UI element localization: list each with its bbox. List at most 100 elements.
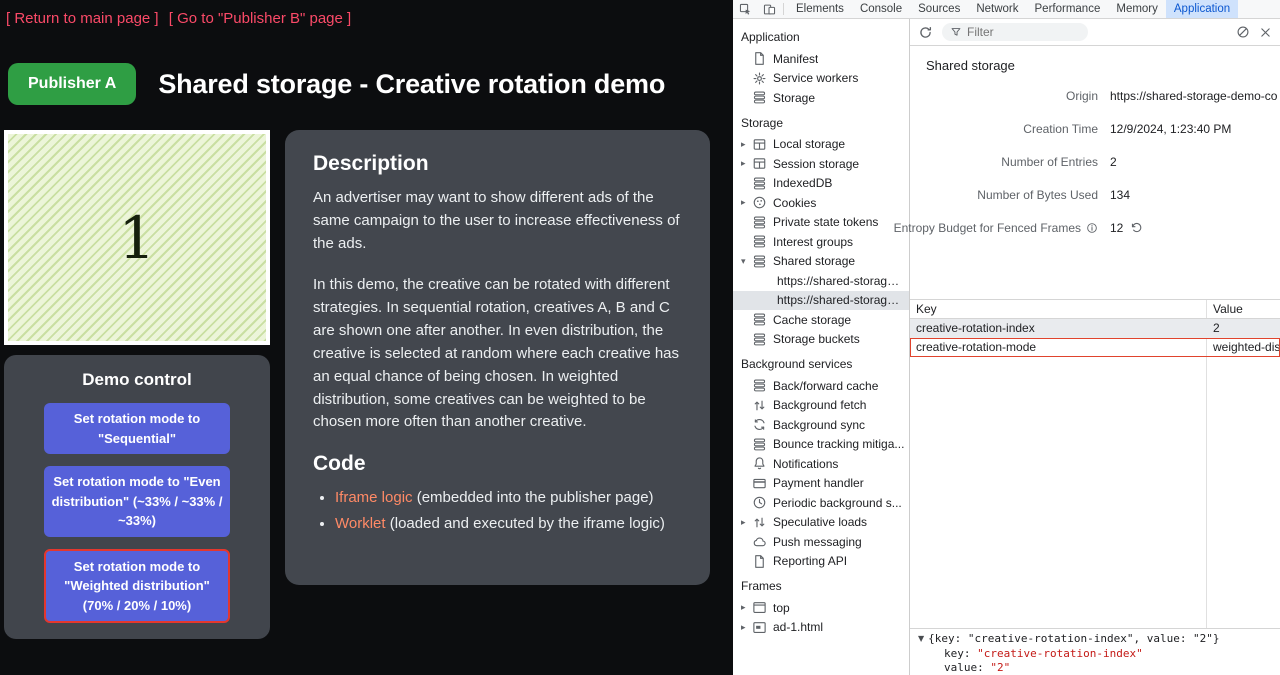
device-toolbar-icon[interactable]	[757, 0, 781, 18]
meta-row-bytes-used: Number of Bytes Used 134	[910, 185, 1280, 204]
preview-property-value: "creative-rotation-index"	[977, 647, 1143, 660]
description-heading: Description	[313, 152, 682, 176]
meta-value: 12/9/2024, 1:23:40 PM	[1110, 122, 1231, 136]
sidebar-item-label: Back/forward cache	[773, 379, 878, 393]
sidebar-item-cache-storage[interactable]: Cache storage	[733, 310, 909, 330]
application-sidebar: Application Manifest Service workers Sto…	[733, 19, 910, 675]
sidebar-item-label: Interest groups	[773, 235, 853, 249]
interest-groups-icon	[752, 234, 767, 249]
tab-console[interactable]: Console	[852, 0, 910, 18]
tab-network[interactable]: Network	[968, 0, 1026, 18]
tab-performance[interactable]: Performance	[1027, 0, 1109, 18]
sidebar-item-label: Local storage	[773, 137, 845, 151]
expand-arrow-icon[interactable]	[741, 197, 752, 208]
sidebar-item-label: Bounce tracking mitiga...	[773, 437, 904, 451]
iframe-logic-link[interactable]: Iframe logic	[335, 489, 413, 506]
table-row[interactable]: creative-rotation-index 2	[910, 319, 1280, 338]
storage-buckets-icon	[752, 332, 767, 347]
tab-memory[interactable]: Memory	[1108, 0, 1166, 18]
tab-sources[interactable]: Sources	[910, 0, 968, 18]
description-paragraph-1: An advertiser may want to show different…	[313, 187, 682, 256]
private-state-tokens-icon	[752, 215, 767, 230]
service-workers-icon	[752, 71, 767, 86]
sidebar-item-label: top	[773, 601, 790, 615]
publisher-b-link[interactable]: [ Go to "Publisher B" page ]	[169, 10, 351, 27]
column-header-key[interactable]: Key	[910, 302, 1206, 316]
sidebar-item-cookies[interactable]: Cookies	[733, 193, 909, 213]
tab-application[interactable]: Application	[1166, 0, 1238, 18]
code-list-item-text: (embedded into the publisher page)	[413, 489, 654, 506]
filter-input[interactable]	[967, 25, 1080, 39]
expand-arrow-icon[interactable]	[741, 602, 752, 613]
manifest-icon	[752, 51, 767, 66]
expand-arrow-icon[interactable]	[741, 622, 752, 633]
expand-arrow-icon[interactable]	[741, 139, 752, 150]
sidebar-item-back-forward-cache[interactable]: Back/forward cache	[733, 376, 909, 396]
background-fetch-icon	[752, 398, 767, 413]
shared-storage-icon	[752, 254, 767, 269]
sidebar-item-manifest[interactable]: Manifest	[733, 49, 909, 69]
rotation-sequential-button[interactable]: Set rotation mode to "Sequential"	[44, 403, 230, 454]
meta-value: 134	[1110, 188, 1130, 202]
meta-row-entropy-budget: Entropy Budget for Fenced Frames 12	[910, 218, 1280, 237]
expand-arrow-icon[interactable]	[741, 517, 752, 528]
sidebar-item-notifications[interactable]: Notifications	[733, 454, 909, 474]
sidebar-item-frame-ad-1[interactable]: ad-1.html	[733, 618, 909, 638]
sidebar-item-label: Shared storage	[773, 254, 855, 268]
sidebar-item-shared-storage-origin-1[interactable]: https://shared-storage-d...	[733, 271, 909, 291]
sidebar-item-label: https://shared-storage-d...	[777, 274, 905, 288]
sidebar-item-shared-storage-origin-2[interactable]: https://shared-storage-d...	[733, 291, 909, 311]
expand-triangle-icon[interactable]: ▼	[918, 634, 924, 645]
back-forward-cache-icon	[752, 378, 767, 393]
meta-label: Origin	[1066, 89, 1098, 103]
sidebar-item-local-storage[interactable]: Local storage	[733, 135, 909, 155]
rotation-weighted-distribution-button[interactable]: Set rotation mode to "Weighted distribut…	[44, 549, 230, 624]
clear-icon[interactable]	[1236, 25, 1250, 39]
sidebar-item-label: Session storage	[773, 157, 859, 171]
sidebar-item-shared-storage[interactable]: Shared storage	[733, 252, 909, 272]
sidebar-item-service-workers[interactable]: Service workers	[733, 69, 909, 89]
worklet-link[interactable]: Worklet	[335, 515, 386, 532]
sidebar-item-interest-groups[interactable]: Interest groups	[733, 232, 909, 252]
sidebar-item-storage[interactable]: Storage	[733, 88, 909, 108]
sidebar-item-frame-top[interactable]: top	[733, 598, 909, 618]
column-header-value[interactable]: Value	[1206, 302, 1280, 316]
indexeddb-icon	[752, 176, 767, 191]
sidebar-item-background-sync[interactable]: Background sync	[733, 415, 909, 435]
code-heading: Code	[313, 452, 682, 476]
meta-label: Number of Entries	[1001, 155, 1098, 169]
meta-label: Creation Time	[1023, 122, 1098, 136]
sidebar-item-bounce-tracking-mitigations[interactable]: Bounce tracking mitiga...	[733, 435, 909, 455]
sidebar-item-label: Push messaging	[773, 535, 862, 549]
return-to-main-link[interactable]: [ Return to main page ]	[6, 10, 159, 27]
sidebar-item-private-state-tokens[interactable]: Private state tokens	[733, 213, 909, 233]
sidebar-item-storage-buckets[interactable]: Storage buckets	[733, 330, 909, 350]
table-header-row: Key Value	[910, 300, 1280, 319]
inspect-element-icon[interactable]	[733, 0, 757, 18]
preview-property-value: "2"	[990, 661, 1010, 674]
sidebar-item-session-storage[interactable]: Session storage	[733, 154, 909, 174]
sidebar-item-label: Service workers	[773, 71, 858, 85]
sidebar-item-reporting-api[interactable]: Reporting API	[733, 552, 909, 572]
collapse-arrow-icon[interactable]	[741, 256, 752, 267]
sidebar-item-label: Background fetch	[773, 398, 866, 412]
close-icon[interactable]	[1259, 26, 1272, 39]
sidebar-item-indexeddb[interactable]: IndexedDB	[733, 174, 909, 194]
table-row[interactable]: creative-rotation-mode weighted-dist	[910, 338, 1280, 357]
expand-arrow-icon[interactable]	[741, 158, 752, 169]
sidebar-item-background-fetch[interactable]: Background fetch	[733, 396, 909, 416]
panel-toolbar	[910, 19, 1280, 46]
reset-budget-icon[interactable]	[1130, 221, 1143, 234]
tab-elements[interactable]: Elements	[788, 0, 852, 18]
preview-property-name: key:	[944, 647, 977, 660]
refresh-icon[interactable]	[918, 25, 933, 40]
sidebar-item-periodic-background-sync[interactable]: Periodic background s...	[733, 493, 909, 513]
sidebar-item-push-messaging[interactable]: Push messaging	[733, 532, 909, 552]
rotation-even-distribution-button[interactable]: Set rotation mode to "Even distribution"…	[44, 466, 230, 537]
sidebar-item-speculative-loads[interactable]: Speculative loads	[733, 513, 909, 533]
storage-items-table: Key Value creative-rotation-index 2 crea…	[910, 299, 1280, 628]
speculative-loads-icon	[752, 515, 767, 530]
item-preview-pane: ▼ {key: "creative-rotation-index", value…	[910, 628, 1280, 675]
sidebar-item-payment-handler[interactable]: Payment handler	[733, 474, 909, 494]
push-messaging-cloud-icon	[752, 534, 767, 549]
